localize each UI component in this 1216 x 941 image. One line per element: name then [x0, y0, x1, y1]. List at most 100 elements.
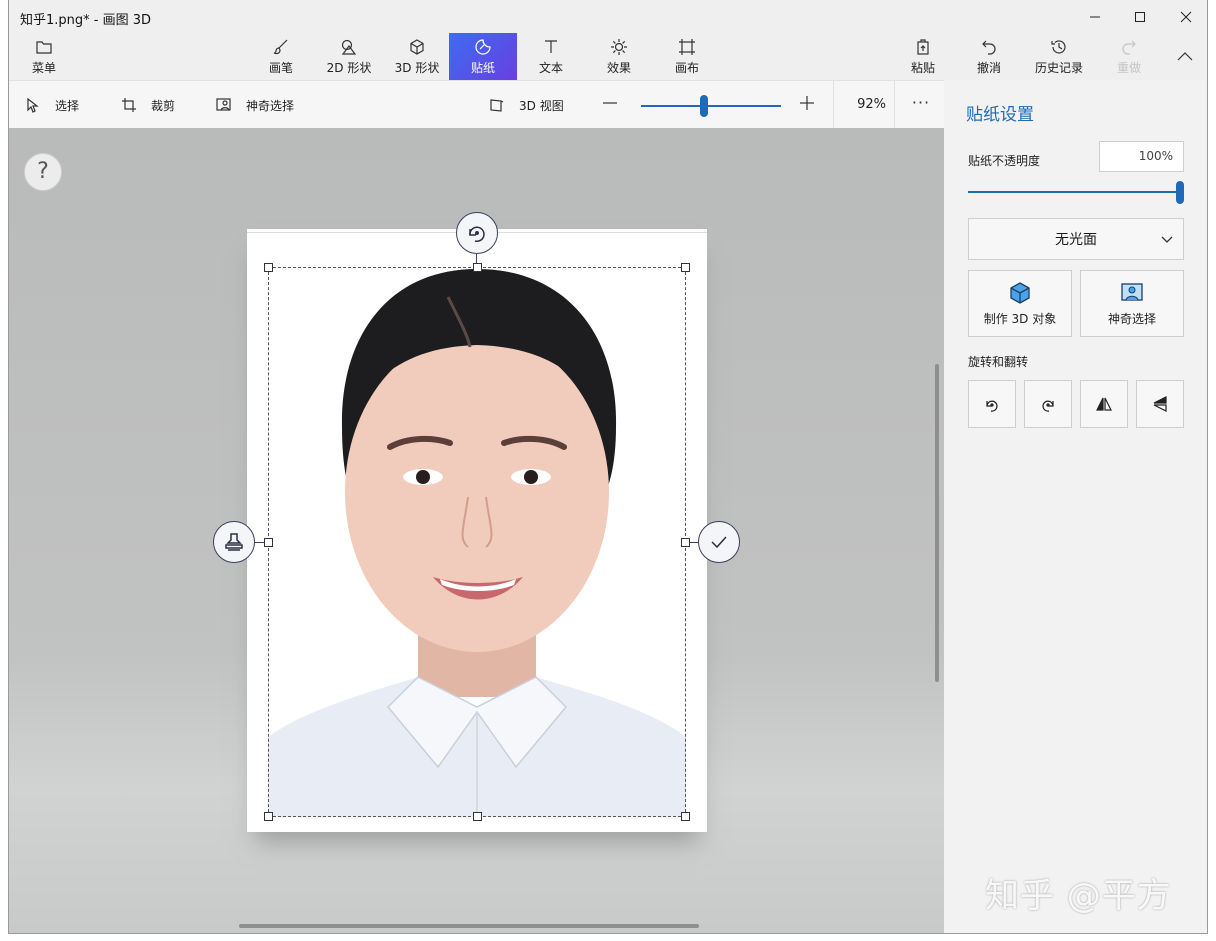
rotate-right-icon: [1042, 400, 1054, 412]
panel-title: 贴纸设置: [966, 105, 1034, 125]
help-button[interactable]: ?: [24, 153, 62, 191]
sticker-selection-box[interactable]: [268, 267, 686, 817]
zoom-percentage[interactable]: 92%: [833, 81, 895, 129]
flip-horizontal-button[interactable]: [1080, 380, 1128, 428]
minimize-button[interactable]: [1072, 4, 1118, 30]
undo-icon: [982, 40, 996, 55]
rotate-button[interactable]: [456, 212, 498, 254]
rotate-left-button[interactable]: [968, 380, 1016, 428]
paste-button[interactable]: 粘贴: [899, 33, 947, 80]
pointer-icon: [27, 97, 39, 113]
rotate-handle-stub: [476, 254, 477, 263]
rotate-icon: [469, 226, 485, 243]
rotate-left-icon: [986, 400, 998, 412]
view-3d-button[interactable]: 3D 视图: [489, 81, 564, 129]
checkmark-icon: [711, 536, 727, 549]
resize-handle-bottom-right[interactable]: [681, 812, 690, 821]
tab-label: 画笔: [268, 60, 293, 75]
tab-canvas[interactable]: 画布: [653, 33, 721, 80]
collapse-ribbon-button[interactable]: [1165, 33, 1205, 80]
magic-select-button[interactable]: 神奇选择: [1080, 270, 1184, 337]
select-tool[interactable]: 选择: [25, 81, 79, 129]
flip-vertical-button[interactable]: [1136, 380, 1184, 428]
rotate-right-button[interactable]: [1024, 380, 1072, 428]
redo-button[interactable]: 重做: [1105, 33, 1153, 80]
magic-select-icon: [1121, 282, 1143, 301]
crop-icon: [122, 98, 136, 112]
sticker-settings-panel: 贴纸设置 贴纸不透明度 100% 无光面 制作 3D 对象 神奇选择 旋转和翻转: [944, 80, 1207, 933]
crop-tool[interactable]: 裁剪: [121, 81, 175, 129]
tab-label: 文本: [538, 60, 563, 75]
vertical-scrollbar[interactable]: [935, 364, 939, 682]
chevron-down-icon: [1161, 236, 1173, 243]
canvas-area[interactable]: ?: [9, 128, 944, 933]
stamp-button[interactable]: [213, 521, 255, 563]
tool-bar: 选择 裁剪 神奇选择 3D 视图 92% ···: [9, 80, 944, 129]
flip-horizontal-icon: [1096, 397, 1112, 411]
brush-icon: [273, 39, 288, 54]
tab-2d-shapes[interactable]: 2D 形状: [315, 33, 383, 80]
opacity-slider-thumb[interactable]: [1176, 181, 1184, 204]
tab-stickers[interactable]: 贴纸: [449, 33, 517, 80]
window-title: 知乎1.png* - 画图 3D: [20, 13, 152, 28]
stamp-icon: [225, 533, 243, 551]
zoom-slider-thumb[interactable]: [700, 95, 708, 117]
horizontal-scrollbar[interactable]: [239, 924, 699, 928]
maximize-button[interactable]: [1117, 4, 1163, 30]
paste-label: 粘贴: [910, 60, 935, 75]
commit-button[interactable]: [698, 521, 740, 563]
zoom-slider-track[interactable]: [641, 105, 781, 107]
opacity-slider-track[interactable]: [968, 191, 1180, 193]
minimize-icon: [1090, 16, 1100, 18]
tab-3d-shapes[interactable]: 3D 形状: [383, 33, 451, 80]
resize-handle-left[interactable]: [264, 538, 273, 547]
tab-label: 3D 形状: [394, 60, 440, 75]
resize-handle-bottom[interactable]: [473, 812, 482, 821]
text-icon: [545, 39, 557, 53]
zoom-in-button[interactable]: [799, 95, 819, 115]
canvas-icon: [679, 38, 695, 55]
opacity-label: 贴纸不透明度: [968, 154, 1041, 168]
menu-label: 菜单: [31, 60, 56, 75]
resize-handle-top[interactable]: [473, 263, 482, 272]
zoom-out-button[interactable]: [602, 95, 622, 115]
tab-effects[interactable]: 效果: [585, 33, 653, 80]
paste-icon: [917, 38, 929, 55]
resize-handle-top-left[interactable]: [264, 263, 273, 272]
folder-icon: [36, 40, 52, 54]
history-icon: [1051, 39, 1066, 54]
cube-icon: [410, 38, 424, 55]
chevron-up-icon: [1177, 51, 1193, 60]
tab-text[interactable]: 文本: [517, 33, 585, 80]
redo-icon: [1122, 40, 1136, 55]
view-3d-label: 3D 视图: [519, 98, 564, 113]
paint3d-window: 知乎1.png* - 画图 3D 菜单 画笔 2D 形状 3D 形状 贴纸 文本…: [8, 0, 1208, 934]
history-button[interactable]: 历史记录: [1027, 33, 1091, 80]
rotate-flip-label: 旋转和翻转: [968, 355, 1029, 369]
undo-label: 撤消: [976, 60, 1001, 75]
resize-handle-top-right[interactable]: [681, 263, 690, 272]
tab-brushes[interactable]: 画笔: [247, 33, 315, 80]
tab-label: 画布: [674, 60, 699, 75]
minus-icon: [603, 102, 617, 104]
magic-select-tool[interactable]: 神奇选择: [216, 81, 294, 129]
shapes-2d-icon: [341, 39, 357, 55]
more-options-button[interactable]: ···: [901, 81, 941, 129]
effects-icon: [611, 38, 627, 55]
finish-dropdown[interactable]: 无光面: [968, 218, 1184, 260]
resize-handle-right[interactable]: [681, 538, 690, 547]
menu-button[interactable]: 菜单: [19, 33, 69, 80]
close-button[interactable]: [1163, 4, 1207, 30]
sticker-icon: [475, 38, 491, 55]
opacity-input[interactable]: 100%: [1099, 141, 1184, 172]
flip-vertical-icon: [1153, 396, 1167, 412]
undo-button[interactable]: 撤消: [965, 33, 1013, 80]
stamp-handle-stub: [255, 542, 264, 543]
view-3d-icon: [490, 99, 504, 112]
close-icon: [1180, 11, 1192, 23]
tab-label: 贴纸: [470, 60, 495, 75]
plus-icon: [800, 96, 814, 110]
maximize-icon: [1135, 12, 1145, 22]
resize-handle-bottom-left[interactable]: [264, 812, 273, 821]
make-3d-button[interactable]: 制作 3D 对象: [968, 270, 1072, 337]
